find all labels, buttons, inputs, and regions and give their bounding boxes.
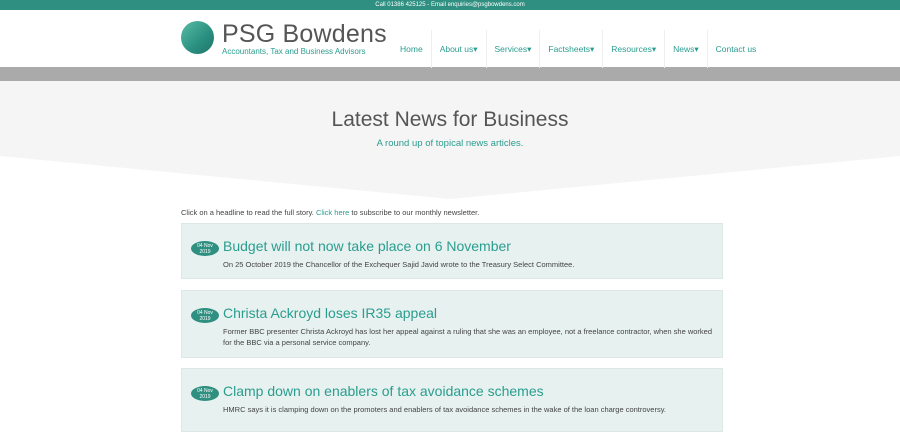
nav-news[interactable]: News▾: [664, 30, 707, 68]
date-badge: 04 Nov 2019: [191, 241, 219, 256]
news-headline-link[interactable]: Christa Ackroyd loses IR35 appeal: [223, 305, 437, 321]
nav-services[interactable]: Services▾: [485, 30, 540, 68]
news-summary: On 25 October 2019 the Chancellor of the…: [223, 260, 575, 269]
page-hero: Latest News for Business A round up of t…: [0, 81, 900, 213]
contact-bar: Call 01386 425125 - Email enquiries@psgb…: [0, 0, 900, 10]
nav-contact-us[interactable]: Contact us: [706, 30, 765, 68]
date-year: 2019: [199, 315, 211, 322]
nav-factsheets[interactable]: Factsheets▾: [539, 30, 602, 68]
contact-bar-text: Call 01386 425125 - Email enquiries@psgb…: [375, 2, 525, 8]
nav-resources[interactable]: Resources▾: [602, 30, 664, 68]
main-nav: Home About us▾ Services▾ Factsheets▾ Res…: [392, 30, 764, 68]
news-headline-link[interactable]: Budget will not now take place on 6 Nove…: [223, 238, 511, 254]
news-summary: Former BBC presenter Christa Ackroyd has…: [223, 327, 713, 347]
brand-tagline: Accountants, Tax and Business Advisors: [222, 47, 366, 56]
brand-name: PSG Bowdens: [222, 20, 387, 48]
site-header: PSG Bowdens Accountants, Tax and Busines…: [0, 10, 900, 68]
news-card: 04 Nov 2019 Clamp down on enablers of ta…: [181, 368, 723, 432]
logo-icon[interactable]: [181, 21, 214, 54]
date-badge: 04 Nov 2019: [191, 308, 219, 323]
header-divider-band: [0, 67, 900, 81]
nav-about-us[interactable]: About us▾: [430, 30, 486, 68]
brand[interactable]: PSG Bowdens Accountants, Tax and Busines…: [222, 21, 387, 56]
date-year: 2019: [199, 393, 211, 400]
page-title: Latest News for Business: [331, 108, 569, 131]
intro-after: to subscribe to our monthly newsletter.: [349, 208, 480, 217]
news-card: 04 Nov 2019 Christa Ackroyd loses IR35 a…: [181, 290, 723, 358]
subscribe-link[interactable]: Click here: [316, 208, 349, 217]
news-card: 04 Nov 2019 Budget will not now take pla…: [181, 223, 723, 279]
intro-before: Click on a headline to read the full sto…: [181, 208, 316, 217]
date-badge: 04 Nov 2019: [191, 386, 219, 401]
news-headline-link[interactable]: Clamp down on enablers of tax avoidance …: [223, 383, 544, 399]
news-summary: HMRC says it is clamping down on the pro…: [223, 405, 667, 414]
nav-home[interactable]: Home: [392, 30, 431, 68]
page-subtitle: A round up of topical news articles.: [376, 138, 524, 149]
intro-text: Click on a headline to read the full sto…: [181, 208, 479, 217]
date-year: 2019: [199, 248, 211, 255]
